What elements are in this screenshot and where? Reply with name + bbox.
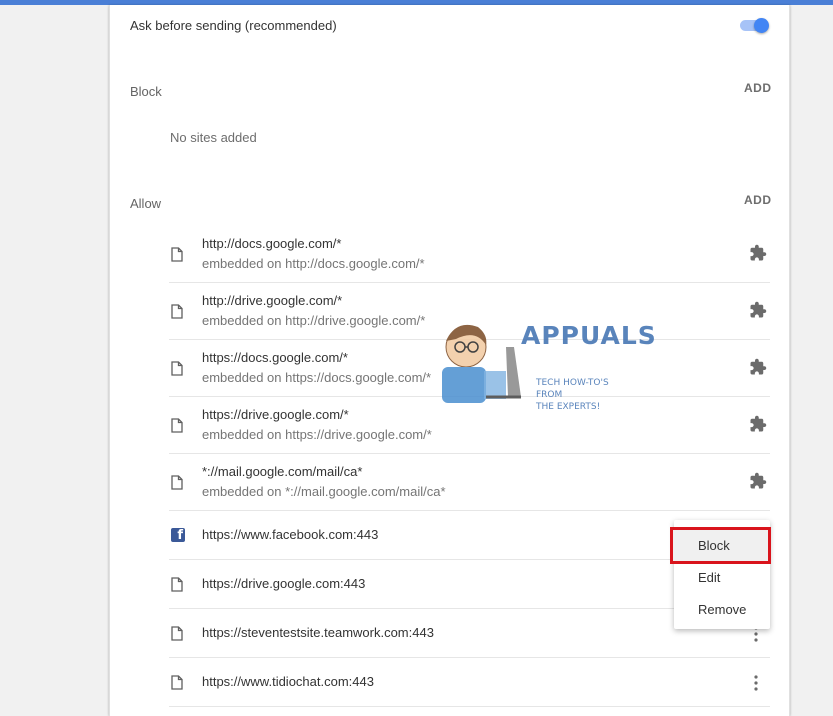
- watermark-tagline: TECH HOW-TO'S FROM THE EXPERTS!: [536, 377, 626, 413]
- puzzle-icon[interactable]: [749, 301, 767, 319]
- ask-before-sending-label: Ask before sending (recommended): [130, 18, 337, 33]
- site-url: https://www.facebook.com:443: [202, 527, 379, 542]
- block-add-button[interactable]: ADD: [744, 81, 772, 95]
- ask-before-sending-toggle[interactable]: [738, 17, 770, 33]
- file-icon: [171, 247, 183, 262]
- site-embedded: embedded on http://drive.google.com/*: [202, 313, 426, 328]
- site-embedded: embedded on http://docs.google.com/*: [202, 256, 425, 271]
- site-row[interactable]: https://www.tidiochat.com:443: [169, 658, 770, 707]
- mascot-icon: [442, 324, 521, 403]
- site-context-menu: Block Edit Remove: [670, 520, 771, 629]
- allow-section-title: Allow: [130, 196, 162, 211]
- watermark-tagline-line: THE EXPERTS!: [536, 402, 601, 412]
- file-icon: [171, 577, 183, 592]
- allow-add-button[interactable]: ADD: [744, 193, 772, 207]
- toggle-knob: [754, 18, 769, 33]
- site-url: https://www.tidiochat.com:443: [202, 674, 374, 689]
- site-row[interactable]: http://docs.google.com/* embedded on htt…: [169, 226, 770, 283]
- site-embedded: embedded on https://docs.google.com/*: [202, 370, 432, 385]
- watermark-brand: APPUALS: [521, 321, 657, 350]
- facebook-icon: f: [171, 528, 185, 543]
- more-vert-icon[interactable]: [746, 673, 766, 693]
- site-embedded: embedded on https://drive.google.com/*: [202, 427, 432, 442]
- settings-card: Ask before sending (recommended) Block A…: [109, 5, 790, 716]
- site-url: http://drive.google.com/*: [202, 293, 343, 308]
- site-row[interactable]: *://mail.google.com/mail/ca* embedded on…: [169, 454, 770, 511]
- puzzle-icon[interactable]: [749, 244, 767, 262]
- file-icon: [171, 418, 183, 433]
- site-url: https://docs.google.com/*: [202, 350, 348, 365]
- puzzle-icon[interactable]: [749, 358, 767, 376]
- file-icon: [171, 361, 183, 376]
- site-embedded: embedded on *://mail.google.com/mail/ca*: [202, 484, 446, 499]
- watermark-tagline-line: TECH HOW-TO'S FROM: [536, 378, 609, 400]
- puzzle-icon[interactable]: [749, 472, 767, 490]
- site-url: https://drive.google.com/*: [202, 407, 349, 422]
- site-url: http://docs.google.com/*: [202, 236, 342, 251]
- appuals-watermark: APPUALS TECH HOW-TO'S FROM THE EXPERTS!: [426, 317, 656, 412]
- file-icon: [171, 626, 183, 641]
- file-icon: [171, 675, 183, 690]
- file-icon: [171, 475, 183, 490]
- block-section-title: Block: [130, 84, 162, 99]
- file-icon: [171, 304, 183, 319]
- block-empty-text: No sites added: [170, 130, 257, 145]
- menu-item-remove[interactable]: Remove: [698, 602, 746, 617]
- menu-item-block[interactable]: Block: [698, 538, 730, 553]
- puzzle-icon[interactable]: [749, 415, 767, 433]
- site-url: *://mail.google.com/mail/ca*: [202, 464, 363, 479]
- menu-item-edit[interactable]: Edit: [698, 570, 720, 585]
- site-url: https://steventestsite.teamwork.com:443: [202, 625, 434, 640]
- site-url: https://drive.google.com:443: [202, 576, 366, 591]
